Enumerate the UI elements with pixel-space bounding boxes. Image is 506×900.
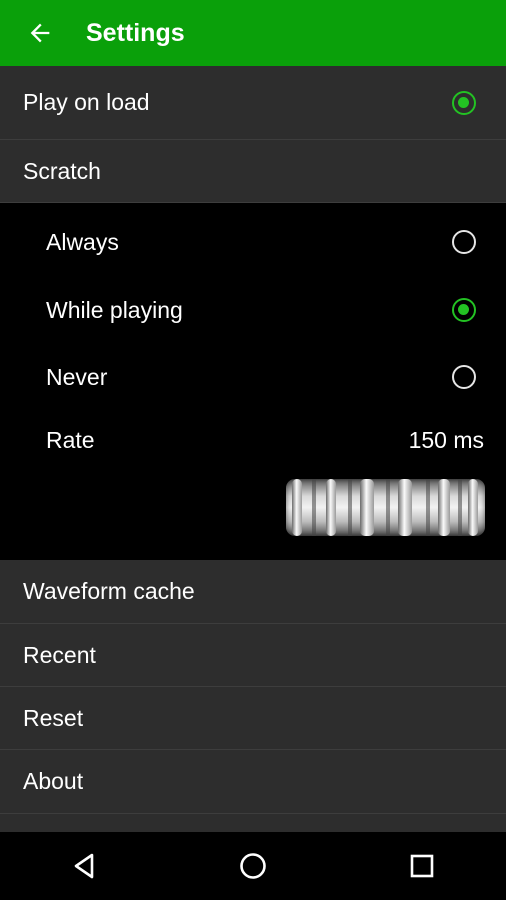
rate-row: Rate 150 ms: [0, 410, 506, 470]
while-playing-radio[interactable]: [452, 298, 476, 322]
scratch-label: Scratch: [23, 157, 101, 184]
scratch-option-always[interactable]: Always: [0, 210, 506, 274]
rate-label: Rate: [46, 426, 95, 453]
scratch-header[interactable]: Scratch: [0, 140, 506, 203]
option-label: Never: [46, 363, 108, 390]
system-nav-bar: [0, 832, 506, 900]
scratch-option-never[interactable]: Never: [0, 345, 506, 409]
play-on-load-row[interactable]: Play on load: [0, 66, 506, 140]
option-label: Always: [46, 228, 119, 255]
rate-knob-slider[interactable]: [286, 479, 485, 536]
reset-item[interactable]: Reset: [0, 687, 506, 750]
arrow-left-icon[interactable]: [20, 13, 60, 53]
recents-square-icon[interactable]: [392, 836, 452, 896]
recent-item[interactable]: Recent: [0, 624, 506, 687]
scratch-option-while-playing[interactable]: While playing: [0, 278, 506, 342]
rate-value: 150 ms: [408, 426, 484, 453]
about-item[interactable]: About: [0, 750, 506, 814]
page-title: Settings: [86, 18, 185, 47]
back-triangle-icon[interactable]: [54, 836, 114, 896]
reset-label: Reset: [23, 704, 84, 731]
play-on-load-radio[interactable]: [452, 90, 476, 115]
app-bar: Settings: [0, 0, 506, 66]
recent-label: Recent: [23, 641, 96, 668]
home-circle-icon[interactable]: [223, 836, 283, 896]
waveform-cache-label: Waveform cache: [23, 578, 195, 604]
list-overflow: [0, 814, 506, 832]
play-on-load-label: Play on load: [23, 89, 150, 115]
waveform-cache-item[interactable]: Waveform cache: [0, 560, 506, 624]
never-radio[interactable]: [452, 365, 476, 389]
always-radio[interactable]: [452, 230, 476, 254]
option-label: While playing: [46, 296, 183, 323]
about-label: About: [23, 768, 84, 794]
